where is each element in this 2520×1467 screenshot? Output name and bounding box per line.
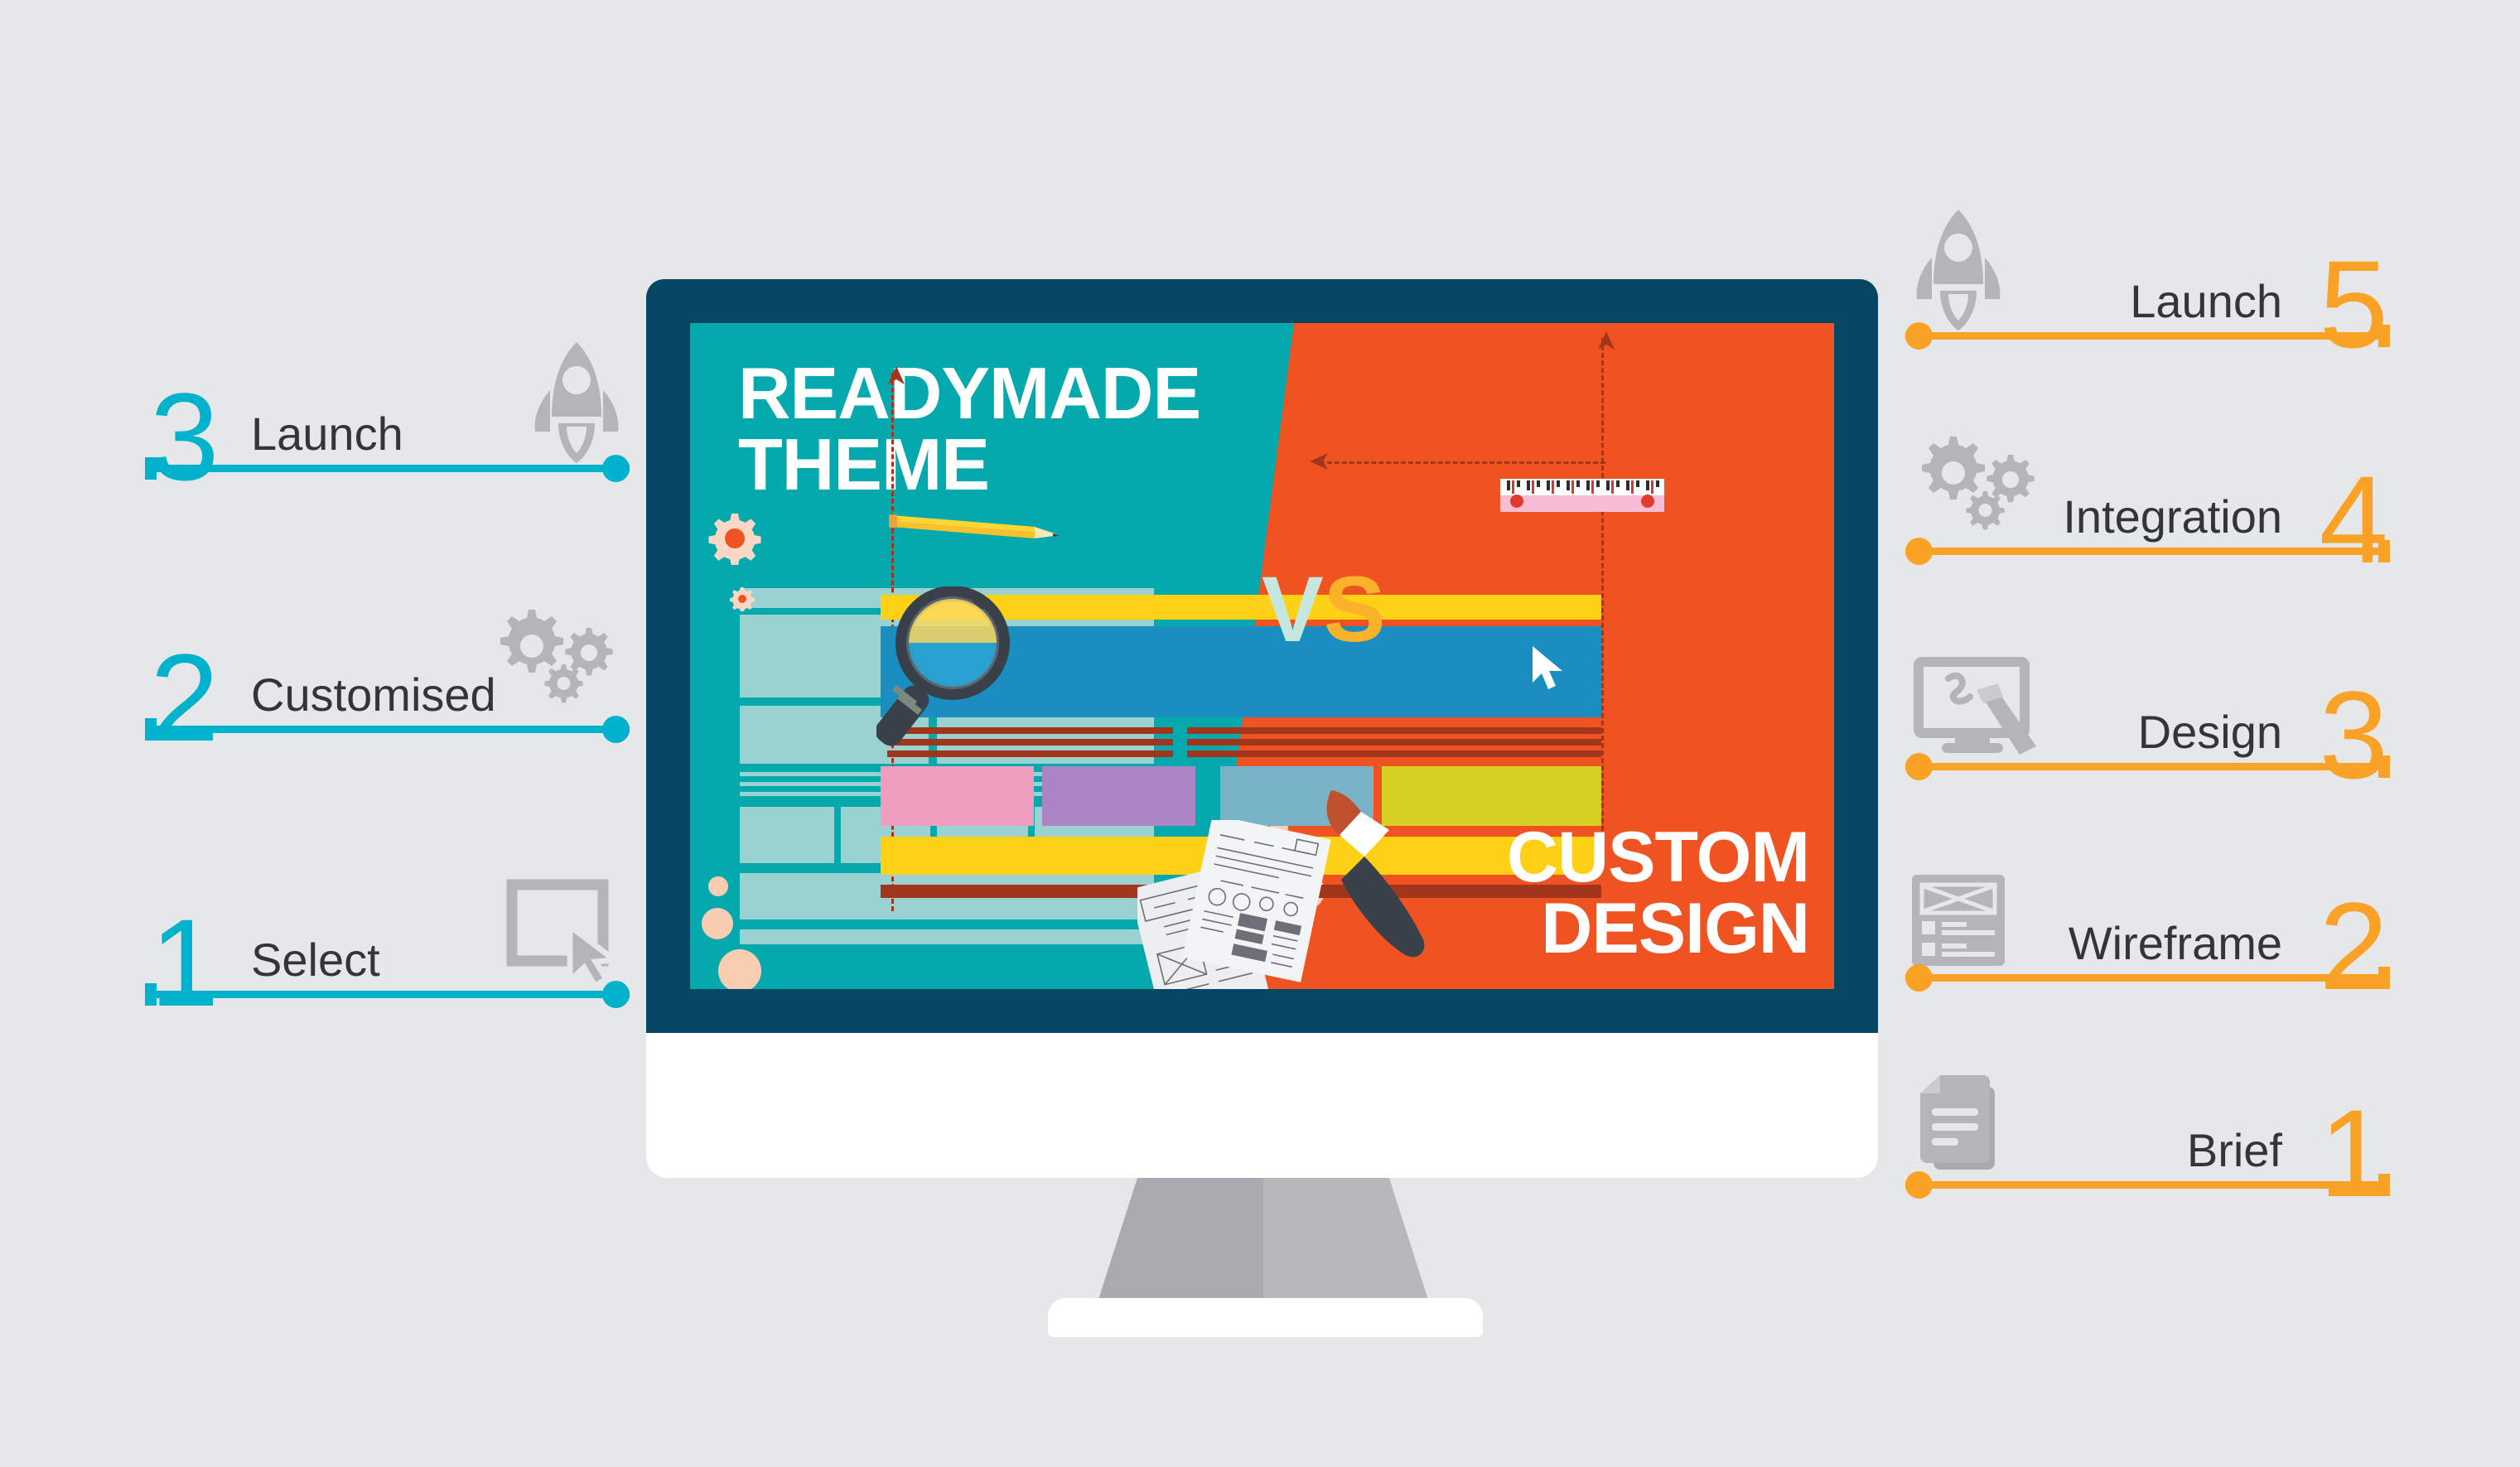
right-step-rule: [1905, 548, 2390, 555]
right-step-rule-cap-start: [1905, 964, 1933, 992]
rocket-icon: [1912, 208, 2005, 336]
infographic-canvas: 3 Launch 2 Customised 1 Select 5 Launch …: [0, 0, 2520, 1467]
right-step-number-1: 1: [2319, 1083, 2388, 1223]
rocket-icon: [530, 340, 623, 469]
monitor-stand-base: [1048, 1298, 1483, 1337]
right-step-rule-cap-start: [1905, 538, 1933, 565]
wireframe-icon: [1912, 875, 2005, 970]
document-icon: [1912, 1075, 2005, 1184]
custom-design-headline: CUSTOM DESIGN: [1506, 818, 1810, 968]
custom-headline-line-1: CUSTOM: [1506, 818, 1810, 897]
mouse-pointer-icon: [1531, 644, 1572, 698]
left-step-number-2: 2: [150, 628, 219, 767]
headline-line-1: READYMADE: [738, 352, 1201, 434]
decorative-gear-large-icon: [708, 512, 761, 569]
right-step-number-4: 4: [2319, 450, 2388, 589]
versus-badge: VS: [1262, 563, 1385, 656]
right-step-rule-cap-end: [2378, 325, 2390, 347]
magnifier-icon: [875, 586, 1017, 756]
right-step-rule: [1905, 974, 2390, 982]
left-step-launch[interactable]: 3 Launch: [145, 315, 630, 499]
versus-s: S: [1323, 557, 1386, 661]
left-step-select[interactable]: 1 Select: [145, 841, 630, 1025]
mock-swatch-pink: [881, 766, 1034, 826]
left-step-label-customised: Customised: [251, 668, 496, 721]
right-step-rule-cap-start: [1905, 322, 1933, 350]
left-step-rule-cap-end: [602, 716, 630, 743]
custom-headline-line-2: DESIGN: [1541, 889, 1810, 968]
left-step-rule: [145, 465, 630, 472]
left-step-label-select: Select: [251, 934, 380, 986]
left-step-rule: [145, 991, 630, 998]
right-step-rule-cap-start: [1905, 1171, 1933, 1199]
guide-line-vertical-right: [1601, 338, 1604, 868]
left-step-number-3: 3: [150, 367, 219, 506]
guide-line-horizontal: [1320, 461, 1605, 464]
decorative-gear-small-icon: [729, 586, 756, 615]
guide-arrow-up-right: [1597, 331, 1615, 357]
monitor-stand-neck-shadow: [1098, 1178, 1263, 1302]
right-step-wireframe[interactable]: 2 Wireframe: [1905, 824, 2390, 1008]
select-cursor-icon: [505, 878, 630, 990]
decorative-bubble-small: [708, 876, 728, 896]
right-step-label-brief: Brief: [2186, 1124, 2282, 1176]
paper-sketches: [1128, 814, 1353, 989]
gears-icon: [1912, 430, 2044, 542]
monitor-chin: [646, 1033, 1878, 1178]
design-tablet-icon: [1912, 655, 2044, 767]
right-step-rule-cap-end: [2378, 755, 2390, 778]
mock-text-line: [1187, 727, 1601, 734]
left-step-rule-cap-end: [602, 981, 630, 1008]
mock-swatch-purple: [1042, 766, 1195, 826]
left-step-customised[interactable]: 2 Customised: [145, 576, 630, 760]
right-step-rule-cap-end: [2378, 967, 2390, 989]
right-step-label-design: Design: [2137, 706, 2282, 758]
ruler-icon: [1500, 479, 1664, 516]
right-step-rule-cap-end: [2378, 1174, 2390, 1196]
right-step-label-wireframe: Wireframe: [2068, 917, 2282, 969]
right-step-brief[interactable]: 1 Brief: [1905, 1031, 2390, 1215]
monitor-screen: READYMADE THEME VS CUSTOM DESIGN: [690, 323, 1834, 989]
right-step-label-launch: Launch: [2130, 275, 2282, 327]
guide-arrow-up-left: [887, 366, 905, 392]
left-step-label-launch: Launch: [251, 408, 403, 460]
readymade-theme-headline: READYMADE THEME: [738, 352, 1201, 506]
left-step-rule-cap-start: [145, 457, 157, 480]
right-step-rule: [1905, 332, 2390, 340]
right-step-launch[interactable]: 5 Launch: [1905, 182, 2390, 366]
right-step-number-5: 5: [2319, 234, 2388, 374]
left-step-number-1: 1: [150, 893, 219, 1032]
right-step-design[interactable]: 3 Design: [1905, 613, 2390, 797]
guide-arrow-left: [1310, 452, 1331, 475]
right-step-rule: [1905, 763, 2390, 770]
left-step-rule-cap-end: [602, 455, 630, 482]
right-step-rule: [1905, 1181, 2390, 1189]
mock-text-line: [1187, 739, 1601, 746]
right-step-integration[interactable]: 4 Integration: [1905, 398, 2390, 581]
left-step-rule-cap-start: [145, 718, 157, 741]
right-step-rule-cap-end: [2378, 540, 2390, 562]
decorative-bubble-large: [718, 949, 761, 989]
left-step-rule-cap-start: [145, 983, 157, 1006]
desktop-monitor: READYMADE THEME VS CUSTOM DESIGN: [646, 279, 1878, 1337]
gears-icon: [490, 603, 623, 715]
pencil-icon: [889, 507, 1071, 553]
left-step-rule: [145, 726, 630, 733]
mock-text-line: [1187, 750, 1601, 757]
decorative-bubble-medium: [702, 908, 733, 939]
right-step-label-integration: Integration: [2063, 490, 2282, 543]
headline-line-2: THEME: [738, 423, 990, 506]
versus-v: V: [1262, 557, 1324, 661]
right-step-rule-cap-start: [1905, 753, 1933, 780]
right-step-number-3: 3: [2319, 665, 2388, 804]
right-step-number-2: 2: [2319, 876, 2388, 1016]
